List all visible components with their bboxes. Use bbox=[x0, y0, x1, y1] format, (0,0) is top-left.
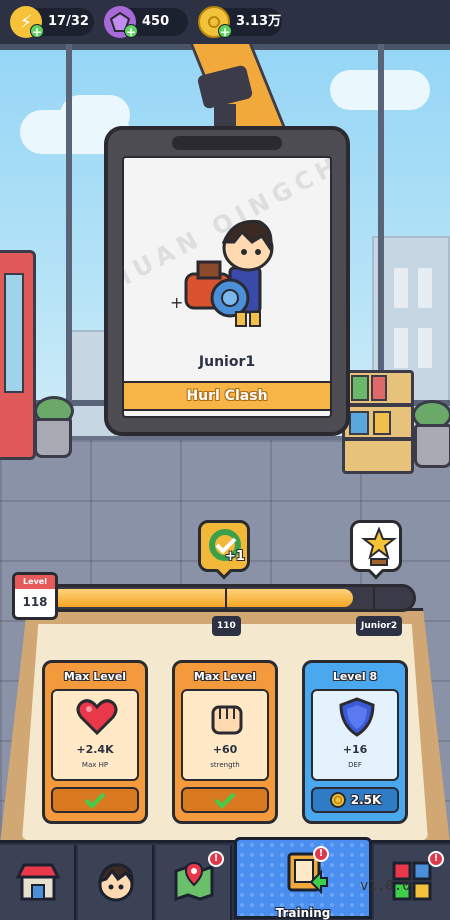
version-label: v1.0.0 bbox=[360, 878, 411, 894]
coins-value: 3.13万 bbox=[236, 14, 282, 29]
card-slot bbox=[172, 136, 282, 150]
level-badge: Level 118 bbox=[12, 572, 58, 620]
energy-value: 17/32 bbox=[48, 14, 89, 29]
maxed-check-button[interactable] bbox=[181, 787, 269, 813]
gold-coin-icon bbox=[329, 792, 346, 808]
stat-name: Max HP bbox=[81, 761, 109, 769]
level-progress-bar bbox=[46, 584, 416, 612]
stat-body: +60 strength bbox=[181, 689, 269, 781]
character-sprite-icon: + bbox=[170, 219, 274, 327]
character-id-card[interactable]: HUAN QINGCH + Junior1 Hurl Clash bbox=[104, 126, 350, 436]
stat-value: +2.4K bbox=[76, 743, 114, 756]
stat-name: DEF bbox=[348, 761, 362, 769]
level-label: Level bbox=[15, 575, 55, 589]
stat-header: Max Level bbox=[63, 670, 127, 683]
gems-value: 450 bbox=[142, 14, 170, 29]
gem-counter[interactable]: + 450 bbox=[104, 6, 188, 39]
stat-header: Max Level bbox=[193, 670, 257, 683]
upgrade-cost-button[interactable]: 2.5K bbox=[311, 787, 399, 813]
level-value: 118 bbox=[22, 595, 48, 609]
reward-amount: +1 bbox=[225, 549, 245, 564]
checkmark-icon bbox=[214, 792, 236, 809]
level-progress-fill bbox=[51, 589, 353, 607]
bookshelf bbox=[342, 370, 414, 474]
gold-trophy-icon bbox=[361, 527, 397, 566]
add-coins-icon[interactable]: + bbox=[218, 24, 232, 39]
stat-card-def[interactable]: Level 8 +16 DEF 2.5K bbox=[302, 660, 408, 824]
rank-reward-trophy[interactable] bbox=[350, 520, 402, 580]
coin-counter[interactable]: + 3.13万 bbox=[198, 6, 282, 39]
nav-tab-hero[interactable] bbox=[78, 845, 154, 920]
plant-pot bbox=[34, 418, 72, 458]
milestone-tick bbox=[225, 587, 227, 609]
add-gems-icon[interactable]: + bbox=[124, 24, 138, 39]
character-name: Junior1 bbox=[198, 354, 256, 370]
stat-value: +60 bbox=[212, 743, 238, 756]
nav-label-training: Training bbox=[275, 906, 331, 920]
milestone-label-current: 110 bbox=[212, 616, 241, 636]
milestone-label-next-rank: Junior2 bbox=[356, 616, 403, 636]
stat-name: strength bbox=[210, 761, 240, 769]
svg-text:+: + bbox=[170, 293, 183, 312]
lanyard-clip bbox=[214, 104, 236, 128]
character-title-banner: Hurl Clash bbox=[124, 381, 330, 411]
stat-value: +16 bbox=[342, 743, 368, 756]
nav-tab-map[interactable]: ! bbox=[156, 845, 232, 920]
card-photo-area: HUAN QINGCH + Junior1 Hurl Clash bbox=[122, 156, 332, 418]
plant-pot bbox=[414, 424, 450, 468]
maxed-check-button[interactable] bbox=[51, 787, 139, 813]
stat-body: +16 DEF bbox=[311, 689, 399, 781]
alert-badge: ! bbox=[208, 851, 224, 867]
stat-body: +2.4K Max HP bbox=[51, 689, 139, 781]
shop-icon bbox=[15, 863, 61, 901]
stat-card-strength[interactable]: Max Level +60 strength bbox=[172, 660, 278, 824]
add-energy-icon[interactable]: + bbox=[30, 24, 44, 39]
checkmark-icon bbox=[84, 792, 106, 809]
character-title: Hurl Clash bbox=[186, 388, 268, 404]
hero-avatar-icon bbox=[97, 863, 134, 902]
energy-counter[interactable]: ⚡ + 17/32 bbox=[10, 6, 94, 39]
upgrade-cost: 2.5K bbox=[350, 793, 382, 807]
shield-icon bbox=[339, 697, 375, 737]
alert-badge: ! bbox=[313, 846, 329, 862]
nav-tab-training[interactable]: Training ! bbox=[234, 837, 372, 920]
milestone-tick bbox=[373, 587, 375, 609]
vending-machine bbox=[0, 250, 36, 460]
nav-tab-shop[interactable] bbox=[0, 845, 76, 920]
stat-card-max-hp[interactable]: Max Level +2.4K Max HP bbox=[42, 660, 148, 824]
stat-header: Level 8 bbox=[332, 670, 378, 683]
heart-icon bbox=[76, 699, 118, 736]
resource-bar: ⚡ + 17/32 + 450 + 3.13万 bbox=[0, 0, 450, 44]
alert-badge: ! bbox=[428, 851, 444, 867]
level-reward-chest[interactable]: +1 bbox=[198, 520, 250, 580]
fist-icon bbox=[211, 705, 243, 735]
